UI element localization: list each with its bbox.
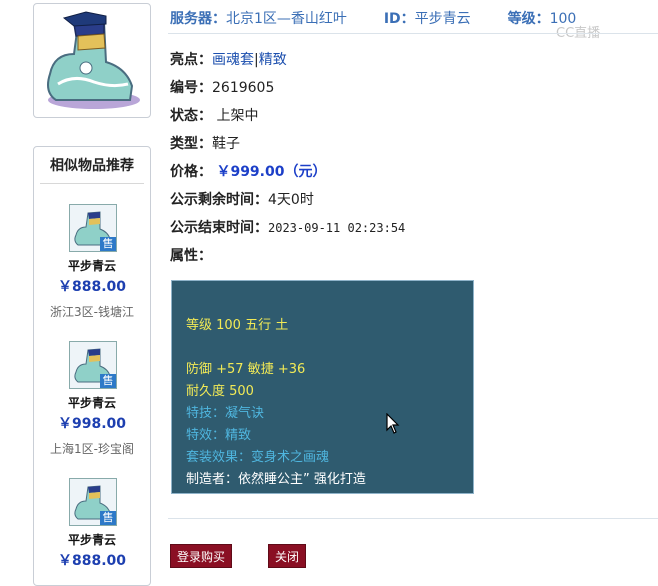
similar-item-thumbnail[interactable]: 售 <box>69 341 117 389</box>
status-value: 上架中 <box>216 108 259 124</box>
price-value: ￥999.00（元） <box>216 164 327 180</box>
similar-items-title: 相似物品推荐 <box>50 158 134 174</box>
type-value: 鞋子 <box>212 136 240 152</box>
type-label: 类型： <box>170 136 212 152</box>
highlight-link-fine[interactable]: 精致 <box>259 52 287 68</box>
similar-item-name[interactable]: 平步青云 <box>34 257 150 274</box>
end-time-row: 公示结束时间：2023-09-11 02:23:54 <box>170 217 405 237</box>
similar-item-server: 上海1区-珍宝阁 <box>50 442 134 456</box>
attr-maker: 制造者：依然睡公主” 强化打造 <box>186 472 366 487</box>
similar-item-name[interactable]: 平步青云 <box>34 531 150 548</box>
similar-item-3[interactable]: 售 平步青云 ￥888.00 <box>34 478 150 585</box>
number-row: 编号：2619605 <box>170 77 274 97</box>
similar-item-2[interactable]: 售 平步青云 ￥998.00 上海1区-珍宝阁 <box>34 341 150 476</box>
sell-badge-icon: 售 <box>100 237 116 251</box>
number-label: 编号： <box>170 80 212 96</box>
remaining-time-label: 公示剩余时间： <box>170 192 268 208</box>
item-header: 服务器：北京1区—香山红叶 ID：平步青云 等级：100 <box>170 8 576 28</box>
similar-item-price: ￥888.00 <box>57 553 127 569</box>
sell-badge-icon: 售 <box>100 511 116 525</box>
attr-level-element: 等级 100 五行 土 <box>186 318 289 333</box>
remaining-time-row: 公示剩余时间：4天0时 <box>170 189 314 209</box>
status-row: 状态： 上架中 <box>170 105 258 125</box>
remaining-time-value: 4天0时 <box>268 192 314 208</box>
divider <box>40 183 144 184</box>
server-label: 服务器： <box>170 11 226 27</box>
attributes-label: 属性： <box>170 248 212 264</box>
similar-items-panel: 相似物品推荐 售 平步青云 ￥888.00 浙江3区-钱塘江 售 平步青云 ￥9… <box>33 146 151 586</box>
similar-item-price: ￥998.00 <box>57 416 127 432</box>
close-button[interactable]: 关闭 <box>268 544 306 568</box>
attributes-row: 属性： <box>170 245 212 265</box>
server-value: 北京1区—香山红叶 <box>226 11 347 27</box>
end-time-value: 2023-09-11 02:23:54 <box>268 221 406 235</box>
attr-effect: 特效：精致 <box>186 428 252 443</box>
item-image <box>33 3 151 118</box>
attr-durability: 耐久度 500 <box>186 384 254 399</box>
divider <box>168 33 658 34</box>
id-value: 平步青云 <box>414 11 471 27</box>
highlight-row: 亮点：画魂套|精致 <box>170 49 287 69</box>
login-buy-button[interactable]: 登录购买 <box>170 544 232 568</box>
level-label: 等级： <box>507 11 550 27</box>
similar-item-1[interactable]: 售 平步青云 ￥888.00 浙江3区-钱塘江 <box>34 204 150 339</box>
status-label: 状态： <box>170 108 212 124</box>
price-label: 价格： <box>170 164 212 180</box>
highlight-label: 亮点： <box>170 52 212 68</box>
price-row: 价格： ￥999.00（元） <box>170 161 326 181</box>
similar-item-server: 浙江3区-钱塘江 <box>50 305 134 319</box>
similar-item-thumbnail[interactable]: 售 <box>69 478 117 526</box>
sell-badge-icon: 售 <box>100 374 116 388</box>
end-time-label: 公示结束时间： <box>170 220 268 236</box>
attr-skill: 特技：凝气诀 <box>186 406 265 421</box>
id-label: ID： <box>383 11 415 27</box>
attr-set-effect: 套装效果：变身术之画魂 <box>186 450 330 465</box>
divider <box>168 518 658 519</box>
mouse-cursor-icon <box>386 413 400 434</box>
attr-defense-agility: 防御 +57 敏捷 +36 <box>186 362 306 377</box>
type-row: 类型：鞋子 <box>170 133 240 153</box>
similar-item-thumbnail[interactable]: 售 <box>69 204 117 252</box>
number-value: 2619605 <box>212 80 275 96</box>
highlight-link-set[interactable]: 画魂套 <box>212 52 254 68</box>
attributes-panel: 等级 100 五行 土 防御 +57 敏捷 +36 耐久度 500 特技：凝气诀… <box>171 280 474 494</box>
similar-item-name[interactable]: 平步青云 <box>34 394 150 411</box>
similar-item-price: ￥888.00 <box>57 279 127 295</box>
shoe-item-icon <box>47 11 140 109</box>
stream-watermark: CC直播 <box>556 26 601 41</box>
